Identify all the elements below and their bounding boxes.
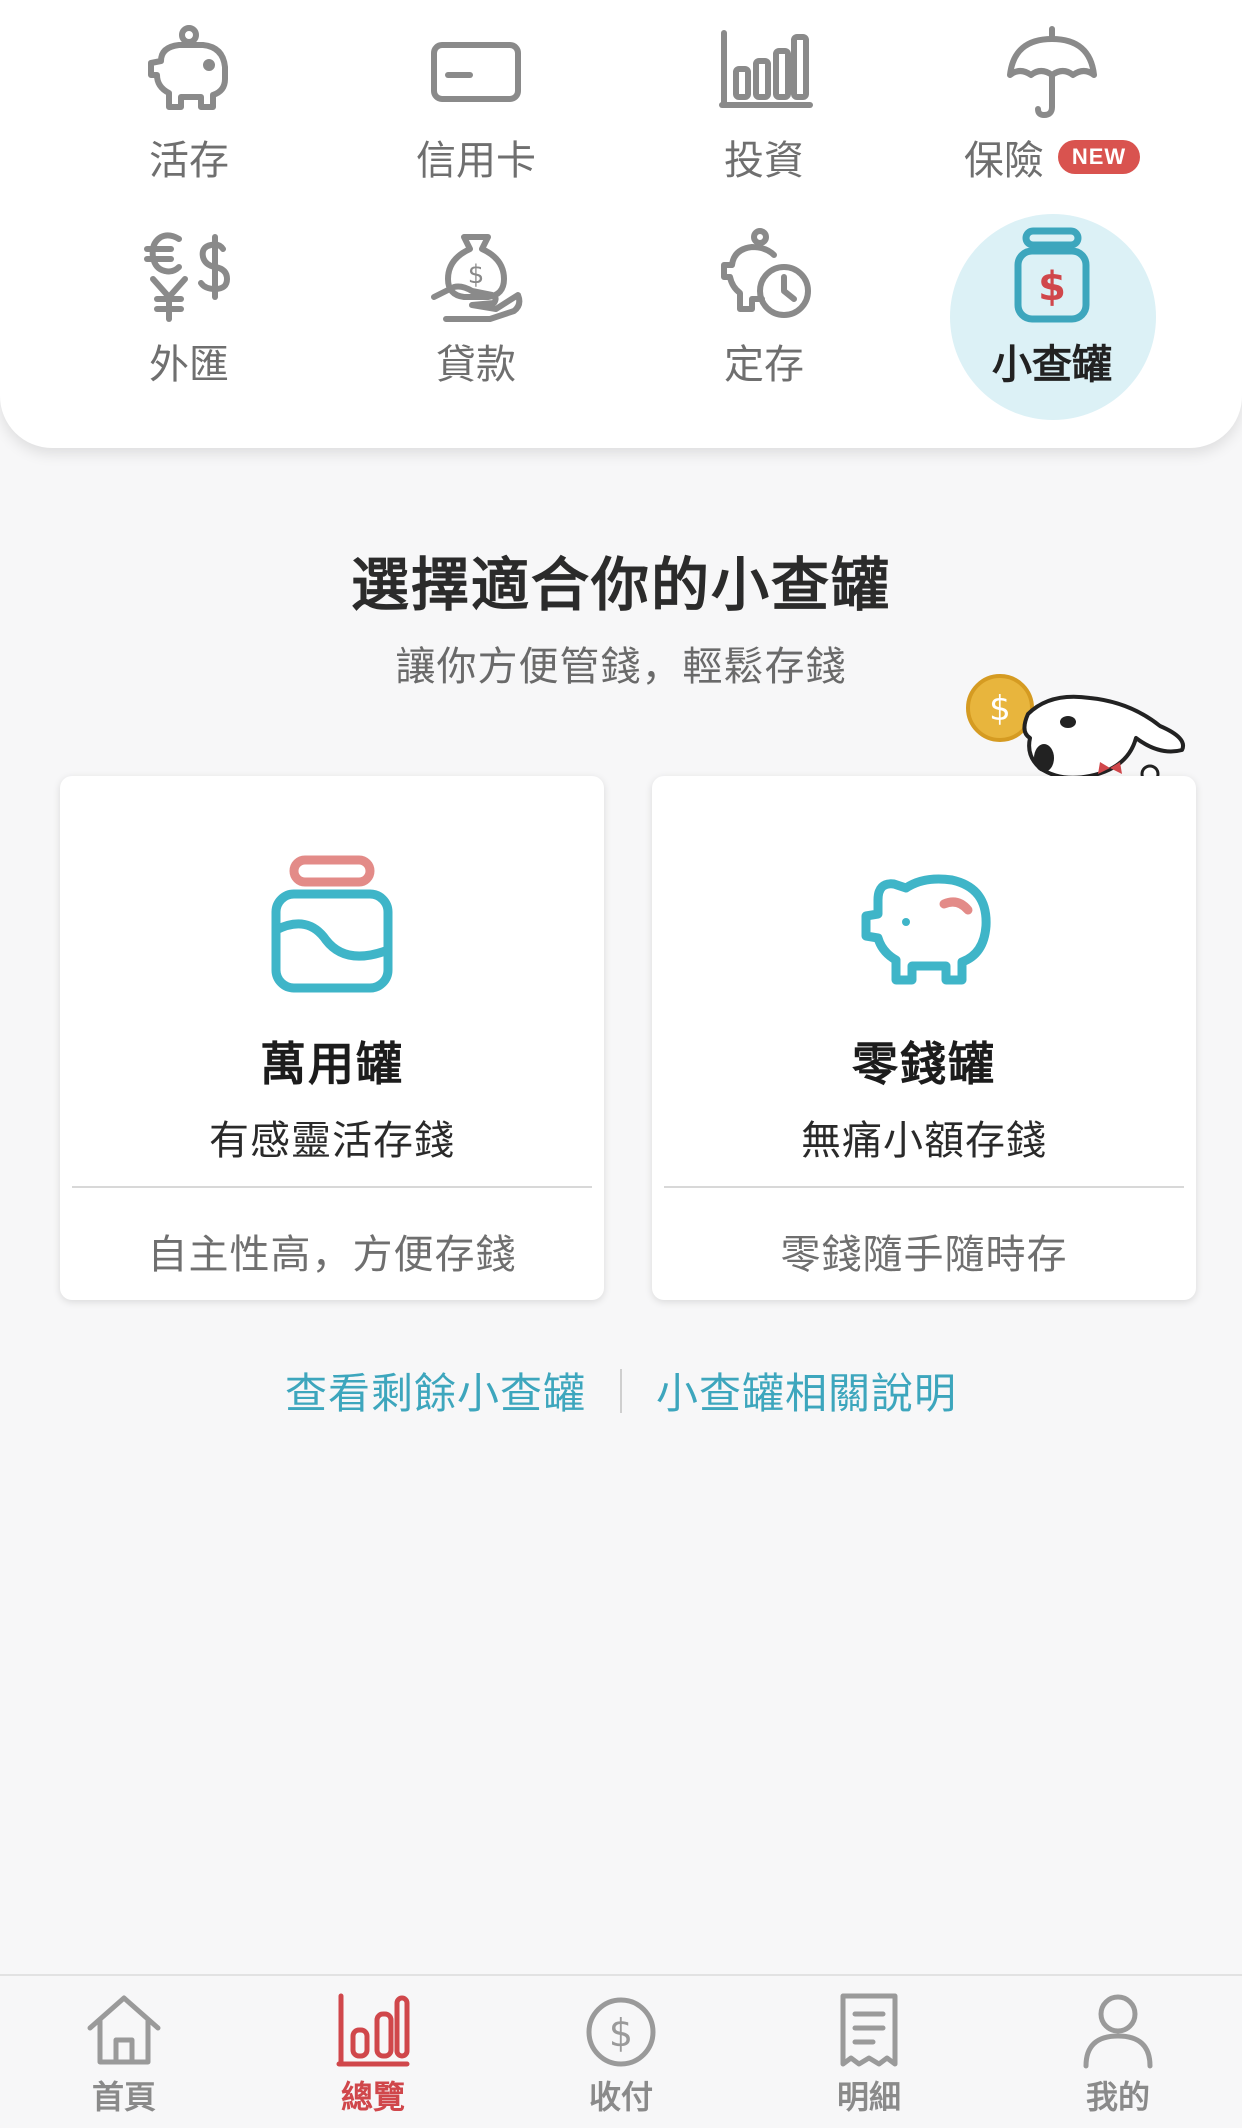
card-note: 零錢隨手隨時存 bbox=[780, 1232, 1068, 1278]
currency-exchange-icon bbox=[134, 220, 244, 330]
category-label: 小查罐 bbox=[992, 342, 1112, 388]
svg-text:$: $ bbox=[609, 2011, 633, 2055]
nav-label: 總覽 bbox=[340, 2078, 405, 2116]
jar-links: 查看剩餘小查罐 小查罐相關說明 bbox=[0, 1360, 1242, 1421]
category-credit-card[interactable]: 信用卡 bbox=[361, 16, 591, 206]
category-insurance[interactable]: 保險 NEW bbox=[937, 16, 1167, 206]
nav-home[interactable]: 首頁 bbox=[34, 1990, 214, 2120]
category-label-text: 保險 bbox=[963, 138, 1044, 184]
card-description: 無痛小額存錢 bbox=[801, 1118, 1047, 1164]
piggy-icon bbox=[652, 854, 1196, 994]
svg-text:$: $ bbox=[468, 260, 485, 290]
nav-payments[interactable]: $ 收付 bbox=[531, 1990, 711, 2120]
category-foreign-exchange[interactable]: 外匯 bbox=[74, 220, 304, 410]
user-icon bbox=[1083, 1994, 1153, 2069]
dollar-circle-icon: $ bbox=[586, 1997, 656, 2067]
home-icon bbox=[87, 1995, 161, 2065]
bottom-nav: 首頁 總覽 $ 收付 明細 我的 bbox=[0, 1974, 1242, 2128]
card-divider bbox=[664, 1186, 1184, 1188]
receipt-icon bbox=[840, 1993, 898, 2067]
jar-dollar-icon: $ bbox=[997, 220, 1107, 330]
category-label: 信用卡 bbox=[416, 138, 536, 184]
jar-help-link[interactable]: 小查罐相關說明 bbox=[656, 1360, 957, 1421]
bar-chart-icon bbox=[709, 16, 819, 126]
category-label: 活存 bbox=[149, 138, 229, 184]
nav-details[interactable]: 明細 bbox=[779, 1990, 959, 2120]
dog-mascot-illustration: $ bbox=[966, 674, 1185, 784]
nav-label: 明細 bbox=[836, 2078, 901, 2116]
category-small-jar[interactable]: $ 小查罐 bbox=[937, 220, 1167, 410]
page: 活存 信用卡 投資 保險 NEW 外匯 $ 貸款 定存 $ 小查罐 選擇適合你的… bbox=[0, 0, 1242, 2128]
card-divider bbox=[72, 1186, 592, 1188]
category-label: 保險 NEW bbox=[963, 128, 1141, 186]
jar-card-universal[interactable]: 萬用罐 有感靈活存錢 自主性高，方便存錢 bbox=[60, 776, 604, 1300]
card-description: 有感靈活存錢 bbox=[209, 1118, 455, 1164]
category-label: 定存 bbox=[724, 342, 804, 388]
category-label: 投資 bbox=[724, 138, 804, 184]
category-label: 貸款 bbox=[436, 342, 516, 388]
piggy-clock-icon bbox=[709, 220, 819, 330]
nav-profile[interactable]: 我的 bbox=[1028, 1990, 1208, 2120]
category-panel: 活存 信用卡 投資 保險 NEW 外匯 $ 貸款 定存 $ 小查罐 bbox=[0, 0, 1242, 448]
overview-icon bbox=[336, 1993, 410, 2067]
nav-label: 首頁 bbox=[91, 2078, 156, 2116]
svg-text:$: $ bbox=[989, 689, 1011, 729]
new-badge: NEW bbox=[1057, 140, 1141, 174]
loan-bag-icon: $ bbox=[421, 220, 531, 330]
category-savings[interactable]: 活存 bbox=[74, 16, 304, 206]
card-note: 自主性高，方便存錢 bbox=[147, 1232, 517, 1278]
category-investment[interactable]: 投資 bbox=[649, 16, 879, 206]
link-separator bbox=[620, 1368, 622, 1413]
card-title: 零錢罐 bbox=[852, 1037, 996, 1091]
category-loan[interactable]: $ 貸款 bbox=[361, 220, 591, 410]
page-title: 選擇適合你的小查罐 bbox=[350, 551, 891, 619]
jar-card-change[interactable]: 零錢罐 無痛小額存錢 零錢隨手隨時存 bbox=[652, 776, 1196, 1300]
credit-card-icon bbox=[421, 16, 531, 126]
view-remaining-jars-link[interactable]: 查看剩餘小查罐 bbox=[285, 1360, 586, 1421]
nav-overview[interactable]: 總覽 bbox=[283, 1990, 463, 2120]
card-title: 萬用罐 bbox=[260, 1037, 404, 1091]
wave-jar-icon bbox=[60, 854, 604, 994]
umbrella-icon bbox=[997, 16, 1107, 126]
nav-label: 我的 bbox=[1085, 2078, 1150, 2116]
category-time-deposit[interactable]: 定存 bbox=[649, 220, 879, 410]
svg-text:$: $ bbox=[1038, 264, 1066, 310]
piggy-bank-icon bbox=[134, 16, 244, 126]
nav-label: 收付 bbox=[588, 2078, 653, 2116]
category-label: 外匯 bbox=[149, 342, 229, 388]
